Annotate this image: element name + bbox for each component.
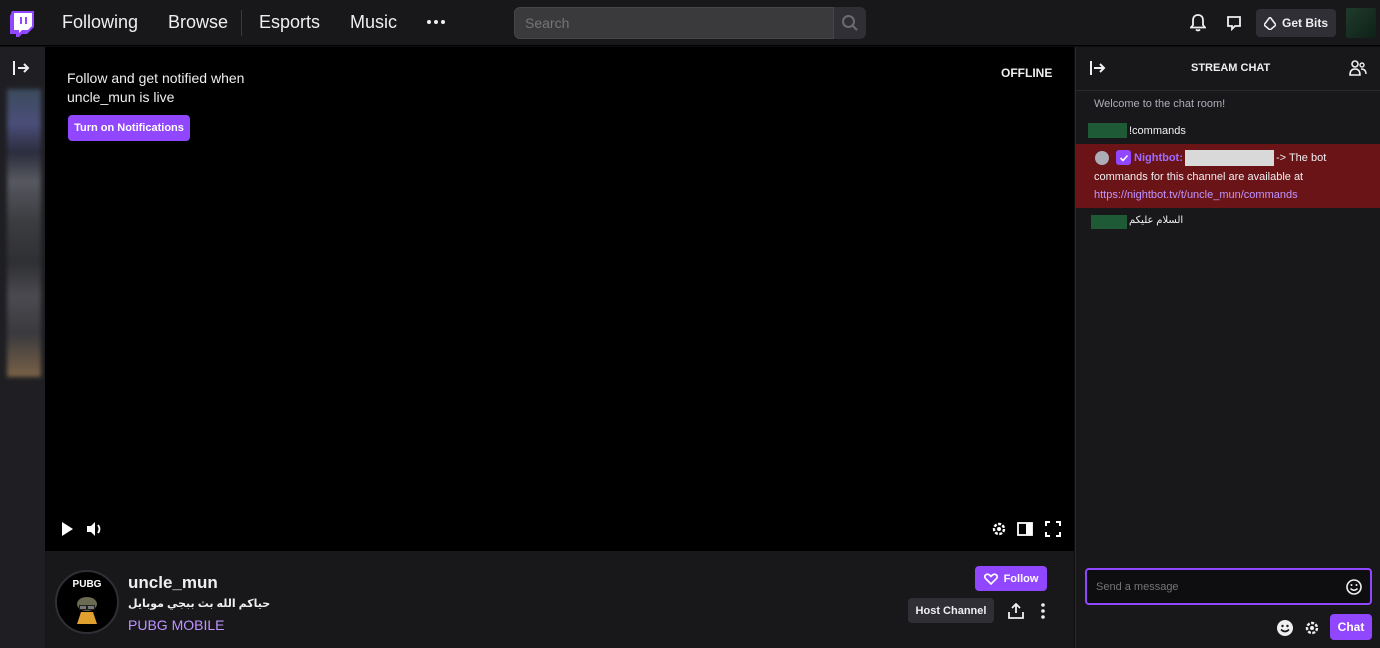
nav-esports[interactable]: Esports <box>259 12 320 33</box>
turn-on-notifications-button[interactable]: Turn on Notifications <box>68 115 190 141</box>
redacted-mention <box>1185 150 1274 166</box>
host-channel-button[interactable]: Host Channel <box>908 598 994 623</box>
chat-message-link[interactable]: https://nightbot.tv/t/uncle_mun/commands <box>1094 189 1298 201</box>
chat-username[interactable]: Nightbot: <box>1134 152 1183 164</box>
moderator-badge-icon <box>1095 151 1109 165</box>
chat-message-text: -> The bot <box>1276 152 1327 164</box>
channel-avatar[interactable]: PUBG <box>55 570 119 634</box>
chat-username-redacted[interactable] <box>1088 123 1127 138</box>
chat-username-redacted[interactable] <box>1091 215 1127 229</box>
send-chat-button[interactable]: Chat <box>1330 614 1372 640</box>
expand-sidebar-icon[interactable] <box>12 59 32 77</box>
notifications-button[interactable] <box>1188 13 1208 33</box>
whisper-icon <box>1227 16 1241 31</box>
whispers-button[interactable] <box>1224 13 1244 33</box>
more-options-button[interactable] <box>1033 601 1053 621</box>
chat-message-text: commands for this channel are available … <box>1094 171 1304 183</box>
settings-button[interactable] <box>989 519 1009 539</box>
offline-follow-message: Follow and get notified when uncle_mun i… <box>67 70 245 105</box>
chat-settings-button[interactable] <box>1302 618 1322 638</box>
theatre-mode-button[interactable] <box>1015 519 1035 539</box>
nav-music[interactable]: Music <box>350 12 397 33</box>
search-button[interactable] <box>834 7 866 39</box>
theatre-mode-icon <box>1017 522 1033 536</box>
video-player[interactable] <box>45 47 1074 551</box>
nav-browse[interactable]: Browse <box>168 12 228 33</box>
nav-following[interactable]: Following <box>62 12 138 33</box>
share-icon <box>1008 603 1024 619</box>
volume-button[interactable] <box>85 519 105 539</box>
sidebar-channel-list[interactable] <box>7 89 41 377</box>
verified-badge-icon <box>1116 150 1131 165</box>
get-bits-button[interactable]: Get Bits <box>1256 9 1336 37</box>
pubg-character-icon <box>77 597 97 624</box>
gear-icon <box>992 522 1006 536</box>
fullscreen-button[interactable] <box>1043 519 1063 539</box>
get-bits-label: Get Bits <box>1281 16 1328 30</box>
game-link[interactable]: PUBG MOBILE <box>128 617 224 633</box>
users-icon[interactable] <box>1349 59 1367 77</box>
smiley-icon <box>1277 620 1293 636</box>
more-icon[interactable] <box>426 10 446 34</box>
chat-title: STREAM CHAT <box>1191 62 1271 74</box>
chat-message-text: السلام عليكم <box>1129 215 1184 226</box>
heart-icon <box>983 572 998 585</box>
chat-message-text: !commands <box>1129 125 1186 137</box>
twitch-logo-icon[interactable] <box>10 11 34 37</box>
bell-icon <box>1190 14 1206 32</box>
follow-button[interactable]: Follow <box>975 566 1047 591</box>
left-sidebar <box>0 47 45 648</box>
chat-identity-button[interactable] <box>1275 618 1295 638</box>
nav-divider <box>241 10 242 36</box>
gear-icon <box>1305 621 1319 635</box>
share-button[interactable] <box>1006 601 1026 621</box>
avatar-text: PUBG <box>72 579 102 590</box>
bits-icon <box>1263 16 1276 30</box>
stream-title: حياكم الله بث ببجي موبايل <box>128 598 271 610</box>
fullscreen-icon <box>1045 521 1061 537</box>
vertical-dots-icon <box>1041 603 1045 619</box>
chat-message-input[interactable] <box>1085 568 1372 605</box>
channel-name[interactable]: uncle_mun <box>128 573 218 593</box>
emote-picker-icon[interactable] <box>1345 578 1363 596</box>
play-icon <box>62 522 73 536</box>
user-avatar[interactable] <box>1346 8 1376 38</box>
follow-label: Follow <box>1003 572 1039 585</box>
top-nav: Following Browse Esports Music Get Bits <box>0 0 1380 46</box>
collapse-chat-icon[interactable] <box>1089 60 1107 76</box>
offline-status: OFFLINE <box>1001 66 1053 80</box>
search-input[interactable] <box>514 7 834 39</box>
chat-welcome-message: Welcome to the chat room! <box>1094 98 1226 110</box>
search-icon <box>842 15 858 31</box>
volume-icon <box>87 522 101 536</box>
play-button[interactable] <box>57 519 77 539</box>
